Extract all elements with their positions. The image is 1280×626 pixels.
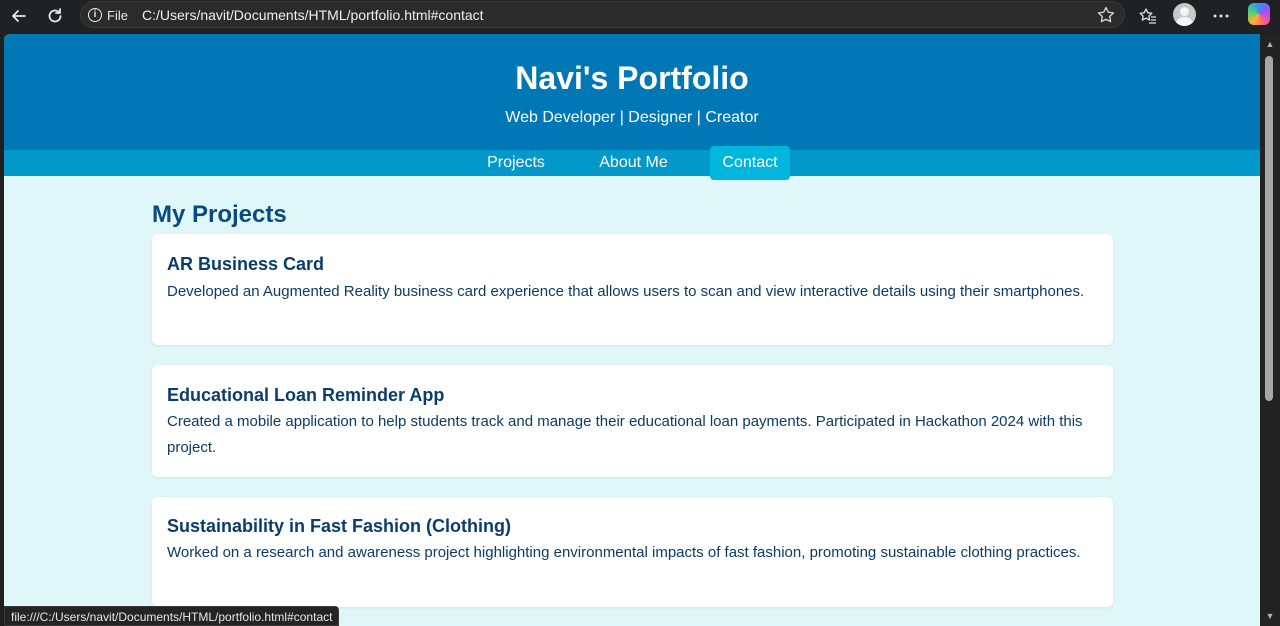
scroll-down-icon[interactable]: ▼ [1265,612,1275,621]
project-title: Educational Loan Reminder App [167,385,445,405]
site-title: Navi's Portfolio [515,60,749,96]
nav-link-about-me[interactable]: About Me [587,146,680,180]
favorites-icon [1139,8,1156,24]
project-title: Sustainability in Fast Fashion (Clothing… [167,516,512,536]
nav-link-contact[interactable]: Contact [710,146,790,180]
project-title: AR Business Card [167,254,325,274]
info-icon: i [88,8,102,22]
project-description: Developed an Augmented Reality business … [167,283,1085,300]
site-nav: Projects About Me Contact [4,146,1260,180]
copilot-icon[interactable] [1248,3,1270,25]
site-header: Navi's Portfolio Web Developer | Designe… [4,34,1260,150]
page-scrollbar[interactable]: ▲ ▼ [1260,34,1280,626]
page-viewport: Navi's Portfolio Web Developer | Designe… [4,34,1260,626]
project-card: Sustainability in Fast Fashion (Clothing… [152,497,1113,607]
address-bar[interactable]: i File C:/Users/navit/Documents/HTML/por… [80,1,1125,28]
site-info-chip[interactable]: i File [88,6,128,24]
project-description: Created a mobile application to help stu… [167,413,1083,456]
status-bar-url: file:///C:/Users/navit/Documents/HTML/po… [4,606,340,626]
scrollbar-thumb[interactable] [1265,56,1273,401]
project-description: Worked on a research and awareness proje… [167,544,1081,561]
favorite-button[interactable] [1096,5,1116,25]
project-card: Educational Loan Reminder App Created a … [152,365,1113,477]
refresh-icon [48,8,62,23]
back-button[interactable] [6,3,32,29]
project-card: AR Business Card Developed an Augmented … [152,234,1113,345]
arrow-left-icon [12,10,26,22]
profile-avatar[interactable] [1173,3,1196,26]
favorites-button[interactable] [1135,3,1161,29]
nav-link-projects[interactable]: Projects [472,146,560,180]
star-icon [1097,6,1115,23]
site-subtitle: Web Developer | Designer | Creator [505,109,759,126]
browser-toolbar: i File C:/Users/navit/Documents/HTML/por… [0,0,1280,32]
projects-heading: My Projects [152,201,287,228]
site-info-label: File [107,7,128,23]
scroll-up-icon[interactable]: ▲ [1265,40,1275,49]
more-menu-button[interactable] [1208,3,1234,29]
reload-button[interactable] [42,3,68,29]
more-icon [1213,14,1229,18]
url-text[interactable]: C:/Users/navit/Documents/HTML/portfolio.… [142,7,484,23]
